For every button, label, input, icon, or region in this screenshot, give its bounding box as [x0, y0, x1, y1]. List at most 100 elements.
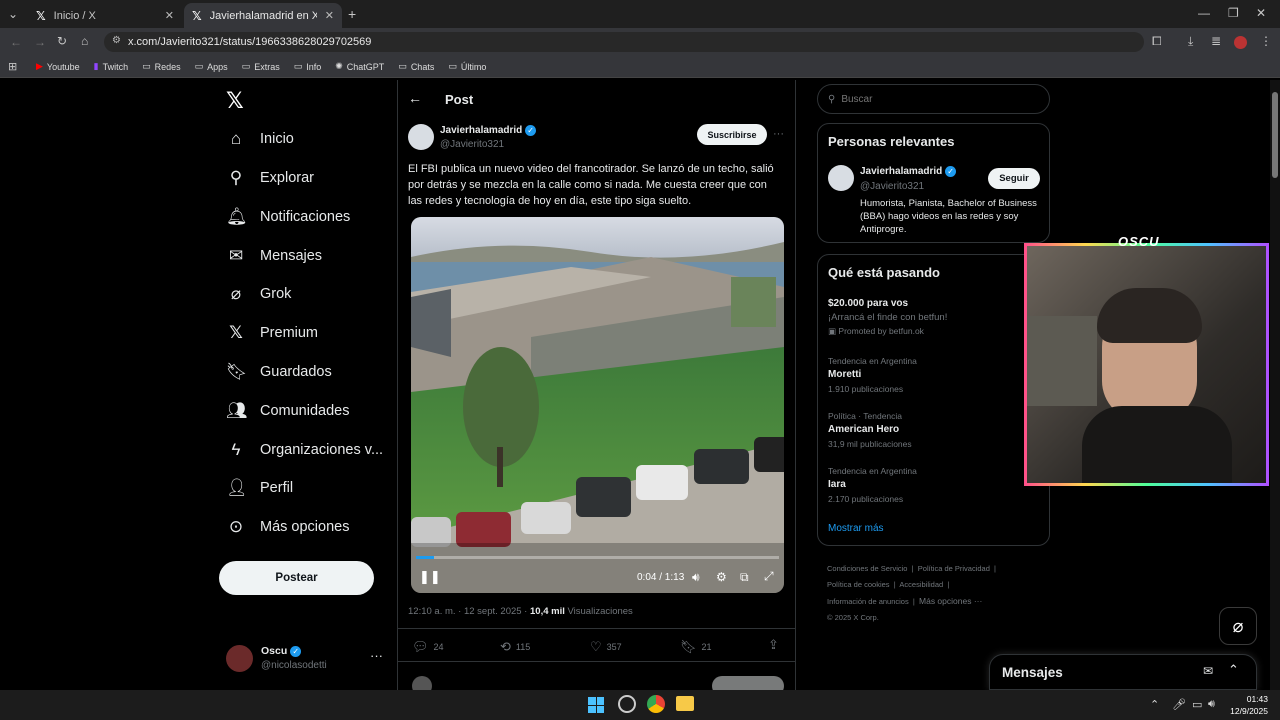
close-icon[interactable]: ✕: [165, 9, 174, 22]
window-close-icon[interactable]: ✕: [1256, 6, 1266, 20]
person-avatar[interactable]: [828, 165, 854, 191]
author-handle[interactable]: @Javierito321: [440, 139, 504, 150]
bookmark-redes[interactable]: ▭ Redes: [142, 61, 181, 72]
more-dots-icon[interactable]: ···: [370, 648, 383, 663]
file-explorer-icon[interactable]: [676, 696, 694, 711]
menu-dots-icon[interactable]: ⋮: [1260, 34, 1272, 48]
footer-link[interactable]: Condiciones de Servicio: [827, 564, 907, 573]
app-icon[interactable]: [618, 695, 636, 713]
webcam-background: [1027, 316, 1097, 406]
footer-more-link[interactable]: Más opciones ···: [919, 596, 982, 606]
tab-search-chevron-icon[interactable]: ⌄: [8, 7, 18, 21]
author-avatar[interactable]: [408, 124, 434, 150]
footer-link[interactable]: Accesibilidad: [899, 580, 943, 589]
reading-list-icon[interactable]: ≣: [1211, 34, 1221, 48]
fullscreen-icon[interactable]: ⤢: [764, 569, 774, 584]
bookmark-label: Youtube: [46, 61, 80, 72]
maximize-icon[interactable]: ❐: [1228, 6, 1239, 20]
bookmark-apps[interactable]: ▭ Apps: [195, 61, 228, 72]
reply-button[interactable]: 💬︎ 24: [412, 639, 444, 655]
back-icon[interactable]: ←: [10, 35, 22, 49]
nav-item-premium[interactable]: 𝕏 Premium: [226, 316, 318, 350]
tab-inicio[interactable]: 𝕏 Inicio / X ✕: [28, 3, 182, 28]
bookmark-chats[interactable]: ▭ Chats: [398, 61, 434, 72]
x-logo-icon[interactable]: 𝕏: [226, 88, 244, 114]
bookmark-icon: 🔖︎: [226, 362, 248, 381]
address-bar[interactable]: ⚙ x.com/Javierito321/status/196633862802…: [104, 32, 1144, 52]
close-icon[interactable]: ✕: [325, 9, 334, 22]
nav-item-explorar[interactable]: ⚲ Explorar: [226, 161, 314, 195]
site-info-icon[interactable]: ⚙: [112, 35, 121, 46]
settings-gear-icon[interactable]: ⚙: [716, 570, 727, 584]
video-player[interactable]: ❚❚ 0:04 / 1:13 🔊︎ ⚙ ⧉ ⤢: [411, 217, 784, 593]
reload-icon[interactable]: ↻: [57, 34, 67, 48]
grok-float-button[interactable]: ⌀: [1219, 607, 1257, 645]
account-handle: @nicolasodetti: [261, 660, 327, 671]
bookmark-youtube[interactable]: ▶ Youtube: [36, 61, 80, 72]
video-progress-track[interactable]: [416, 556, 779, 559]
windows-start-icon[interactable]: [588, 697, 604, 713]
share-icon[interactable]: ⇪: [768, 637, 779, 653]
download-icon[interactable]: ⤓: [1188, 34, 1193, 49]
nav-item-inicio[interactable]: ⌂ Inicio: [226, 122, 294, 156]
trend-item[interactable]: Tendencia en Argentina Moretti 1.910 pub…: [828, 356, 917, 394]
minimize-icon[interactable]: —: [1198, 6, 1210, 20]
bookmark-extras[interactable]: ▭ Extras: [242, 61, 280, 72]
nav-label: Explorar: [260, 170, 314, 186]
messages-drawer[interactable]: Mensajes ✉ ⌃: [989, 654, 1257, 690]
picture-in-picture-icon[interactable]: ⧉: [740, 570, 749, 585]
network-icon[interactable]: ▭: [1192, 698, 1202, 711]
footer-link[interactable]: Política de Privacidad: [918, 564, 990, 573]
volume-icon[interactable]: 🔊︎: [692, 570, 700, 585]
expand-chevron-icon[interactable]: ⌃: [1228, 662, 1239, 678]
trend-item[interactable]: Tendencia en Argentina Iara 2.170 public…: [828, 466, 917, 504]
tray-chevron-icon[interactable]: ⌃: [1150, 698, 1159, 711]
footer-link[interactable]: Información de anuncios: [827, 597, 909, 606]
author-name-row[interactable]: Javierhalamadrid ✓: [440, 125, 537, 136]
trend-item[interactable]: Política · Tendencia American Hero 31,9 …: [828, 411, 912, 449]
pause-icon[interactable]: ❚❚: [419, 569, 441, 585]
apps-grid-icon[interactable]: ⊞: [8, 60, 17, 73]
bookmark-info[interactable]: ▭ Info: [294, 61, 322, 72]
show-more-link[interactable]: Mostrar más: [828, 523, 884, 534]
promo-item[interactable]: $20.000 para vos ¡Arrancá el finde con b…: [828, 298, 947, 337]
volume-icon[interactable]: 🔊︎: [1208, 698, 1215, 711]
footer-link[interactable]: Política de cookies: [827, 580, 890, 589]
like-button[interactable]: ♡ 357: [590, 639, 622, 655]
more-dots-icon[interactable]: ···: [773, 128, 784, 140]
new-message-icon[interactable]: ✉: [1203, 664, 1213, 678]
nav-item-comunidades[interactable]: 👥︎ Comunidades: [226, 394, 349, 428]
follow-button[interactable]: Seguir: [988, 168, 1040, 189]
nav-item-grok[interactable]: ⌀ Grok: [226, 277, 292, 311]
extensions-icon[interactable]: ⧠: [1152, 34, 1162, 49]
tab-post[interactable]: 𝕏 Javierhalamadrid en X: "El FBI p ✕: [184, 3, 342, 28]
scrollbar-thumb[interactable]: [1272, 92, 1278, 178]
home-icon[interactable]: ⌂: [81, 34, 88, 48]
person-name-row[interactable]: Javierhalamadrid ✓: [860, 166, 957, 177]
clock[interactable]: 01:43 12/9/2025: [1228, 693, 1268, 717]
search-box[interactable]: ⚲: [817, 84, 1050, 114]
page-scrollbar[interactable]: [1270, 80, 1280, 690]
nav-item-mensajes[interactable]: ✉ Mensajes: [226, 239, 322, 273]
nav-item-perfil[interactable]: 👤︎ Perfil: [226, 471, 293, 505]
account-switcher[interactable]: Oscu ✓ @nicolasodetti ···: [226, 643, 386, 677]
nav-item-notificaciones[interactable]: 🔔︎ Notificaciones: [226, 200, 350, 234]
post-button[interactable]: Postear: [219, 561, 374, 595]
forward-icon[interactable]: →: [34, 35, 46, 49]
chrome-icon[interactable]: [647, 695, 665, 713]
bookmark-chatgpt[interactable]: ✺ ChatGPT: [335, 61, 384, 72]
bookmark-button[interactable]: 🔖︎ 21: [680, 639, 712, 655]
back-arrow-icon[interactable]: ←: [408, 90, 422, 106]
profile-avatar[interactable]: [1234, 36, 1247, 49]
x-logo-icon: 𝕏: [36, 8, 46, 23]
repost-button[interactable]: ⟲ 115: [500, 639, 530, 655]
search-input[interactable]: [841, 93, 1022, 105]
bookmark-ultimo[interactable]: ▭ Último: [448, 61, 486, 72]
new-tab-icon[interactable]: +: [348, 6, 356, 22]
nav-item-organizaciones[interactable]: ϟ Organizaciones v...: [226, 433, 384, 467]
mic-icon[interactable]: 🎤︎: [1172, 698, 1186, 711]
subscribe-button[interactable]: Suscribirse: [697, 124, 767, 145]
nav-item-guardados[interactable]: 🔖︎ Guardados: [226, 355, 332, 389]
bookmark-twitch[interactable]: ▮ Twitch: [94, 61, 128, 72]
nav-item-mas-opciones[interactable]: ⊙ Más opciones: [226, 510, 350, 544]
